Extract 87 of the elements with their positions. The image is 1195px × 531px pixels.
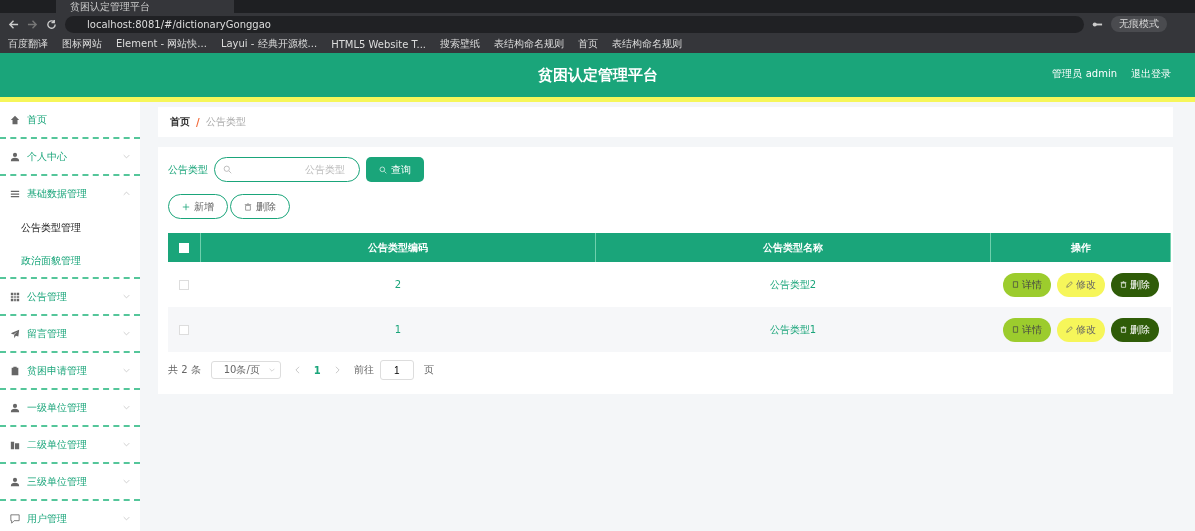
- breadcrumb-item: 公告类型: [205, 115, 246, 129]
- pencil-icon: [1065, 326, 1073, 333]
- delete-button[interactable]: 删除: [1110, 272, 1159, 297]
- column-header: 公告类型名称: [763, 241, 823, 253]
- bookmark[interactable]: 表结构命名规则: [494, 37, 565, 51]
- plus-icon: [182, 202, 190, 211]
- browser-tab[interactable]: 贫困认定管理平台: [56, 0, 234, 13]
- person-icon: [10, 151, 20, 162]
- pencil-icon: [1065, 281, 1073, 288]
- edit-button[interactable]: 修改: [1056, 317, 1105, 342]
- chevron-icon: [268, 368, 275, 372]
- page-input[interactable]: 1: [379, 360, 414, 380]
- sidebar-item[interactable]: 用户管理: [0, 501, 140, 531]
- page-size-select[interactable]: 10条/页: [210, 361, 281, 379]
- sidebar-item[interactable]: 公告管理: [0, 279, 140, 316]
- chevron-icon: [123, 442, 130, 447]
- chevron-icon: [123, 154, 130, 159]
- table-cell: 2: [394, 279, 402, 290]
- table-cell: 公告类型2: [769, 278, 817, 290]
- trash-icon: [1119, 281, 1127, 288]
- page-suffix: 页: [423, 363, 434, 377]
- sidebar-item[interactable]: 贫困申请管理: [0, 353, 140, 390]
- address-bar[interactable]: localhost:8081/#/dictionaryGonggao: [65, 15, 1084, 33]
- trash-icon: [1119, 326, 1127, 333]
- trash-icon: [244, 202, 252, 211]
- clipboard-icon: [10, 365, 20, 376]
- bookmark[interactable]: Layui - 经典开源模...: [220, 37, 318, 51]
- reload-icon[interactable]: [46, 18, 57, 30]
- chevron-icon: [123, 294, 130, 299]
- submenu-item[interactable]: 政治面貌管理: [0, 244, 140, 279]
- forward-icon[interactable]: [27, 18, 38, 30]
- delete-button[interactable]: 删除: [230, 194, 290, 219]
- bookmark[interactable]: 搜索壁纸: [440, 37, 481, 51]
- checkbox[interactable]: [179, 325, 190, 335]
- field-label: 公告类型: [168, 162, 208, 177]
- person-icon: [10, 402, 20, 413]
- sidebar-item[interactable]: 个人中心: [0, 139, 140, 176]
- details-button[interactable]: 详情: [1002, 272, 1051, 297]
- total-count: 共 2 条: [168, 363, 201, 377]
- building-icon: [10, 439, 20, 450]
- plane-icon: [10, 328, 20, 339]
- edit-button[interactable]: 修改: [1056, 272, 1105, 297]
- bookmark[interactable]: Element - 网站快...: [116, 37, 207, 51]
- sidebar-item[interactable]: 留言管理: [0, 316, 140, 353]
- bookmark[interactable]: 首页: [578, 37, 599, 51]
- goto-label: 前往: [353, 363, 374, 377]
- column-header: 公告类型编码: [368, 241, 428, 253]
- checkbox[interactable]: [179, 280, 190, 290]
- bookmark[interactable]: 表结构命名规则: [612, 37, 683, 51]
- app-title: 贫困认定管理平台: [537, 65, 658, 85]
- breadcrumb-separator: /: [196, 116, 200, 128]
- breadcrumb-item[interactable]: 首页: [170, 115, 190, 129]
- chevron-icon: [123, 368, 130, 373]
- profile-button[interactable]: 无痕模式: [1111, 16, 1167, 32]
- grid-icon: [10, 291, 20, 302]
- user-name: 管理员 admin: [1052, 67, 1117, 81]
- delete-button[interactable]: 删除: [1110, 317, 1159, 342]
- next-page-icon[interactable]: [334, 366, 340, 374]
- document-icon: [1011, 326, 1019, 333]
- previous-page-icon[interactable]: [294, 366, 300, 374]
- submenu-item[interactable]: 公告类型管理: [0, 211, 140, 244]
- chat-icon: [10, 513, 20, 524]
- search-icon: [223, 165, 232, 174]
- details-button[interactable]: 详情: [1002, 317, 1051, 342]
- person-icon: [10, 476, 20, 487]
- chevron-icon: [123, 516, 130, 521]
- document-icon: [1011, 281, 1019, 288]
- chevron-icon: [123, 479, 130, 484]
- sidebar-item[interactable]: 基础数据管理: [0, 176, 140, 211]
- bookmark[interactable]: 图标网站: [62, 37, 102, 51]
- column-header: 操作: [1070, 241, 1091, 253]
- home-icon: [10, 114, 20, 125]
- sidebar-item[interactable]: 二级单位管理: [0, 427, 140, 464]
- bookmark[interactable]: 百度翻译: [8, 37, 48, 51]
- search-icon: [379, 165, 387, 174]
- chevron-icon: [123, 331, 130, 336]
- bookmark[interactable]: HTML5 Website T...: [331, 38, 427, 50]
- list-icon: [10, 188, 20, 199]
- back-icon[interactable]: [8, 18, 19, 30]
- chevron-icon: [123, 191, 130, 196]
- chevron-icon: [123, 405, 130, 410]
- sidebar-item[interactable]: 一级单位管理: [0, 390, 140, 427]
- sidebar-item[interactable]: 首页: [0, 102, 140, 139]
- table-cell: 1: [394, 324, 402, 335]
- sidebar-item[interactable]: 三级单位管理: [0, 464, 140, 501]
- table-cell: 公告类型1: [769, 323, 817, 335]
- add-button[interactable]: 新增: [168, 194, 228, 219]
